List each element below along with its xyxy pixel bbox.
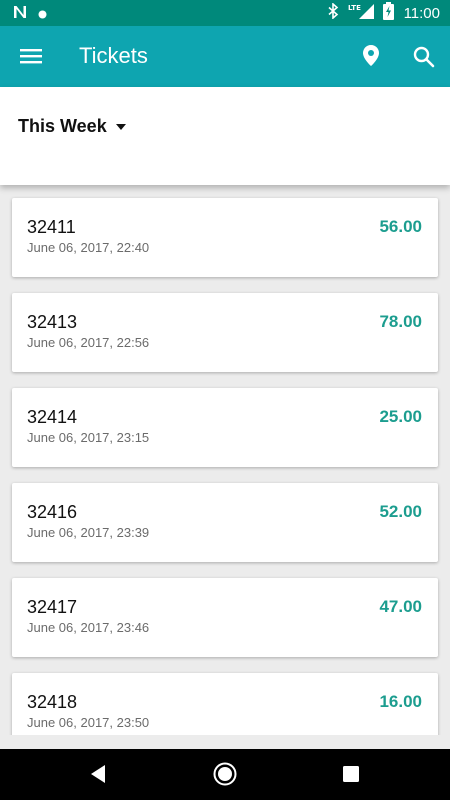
ticket-card[interactable]: 32411 June 06, 2017, 22:40 56.00 xyxy=(12,198,438,277)
ticket-date: June 06, 2017, 23:15 xyxy=(27,430,150,445)
ticket-amount: 47.00 xyxy=(379,597,422,616)
back-button[interactable] xyxy=(89,764,107,784)
lte-label: LTE xyxy=(348,4,361,12)
caret-down-icon xyxy=(115,123,126,130)
ticket-amount: 16.00 xyxy=(379,692,422,711)
status-bar: LTE 11:00 xyxy=(0,0,450,26)
ticket-number: 32418 xyxy=(27,692,78,712)
period-dropdown-label: This Week xyxy=(18,116,107,136)
ticket-date: June 06, 2017, 22:40 xyxy=(27,240,150,255)
ticket-card[interactable]: 32414 June 06, 2017, 23:15 25.00 xyxy=(12,388,438,467)
menu-button[interactable] xyxy=(20,46,42,66)
status-left xyxy=(12,4,47,22)
home-button[interactable] xyxy=(213,762,237,786)
ticket-number: 32411 xyxy=(27,217,76,237)
ticket-amount: 56.00 xyxy=(379,217,422,236)
period-dropdown[interactable]: This Week xyxy=(18,116,127,137)
ticket-number: 32413 xyxy=(27,312,78,332)
search-icon xyxy=(413,46,435,68)
ticket-number: 32416 xyxy=(27,502,78,522)
ticket-date: June 06, 2017, 22:56 xyxy=(27,335,150,350)
bluetooth-icon xyxy=(328,2,339,23)
ticket-date: June 06, 2017, 23:39 xyxy=(27,525,150,540)
recent-apps-icon xyxy=(343,766,359,782)
filter-panel: This Week xyxy=(0,87,450,185)
status-time: 11:00 xyxy=(403,4,440,22)
recent-apps-button[interactable] xyxy=(343,766,359,782)
page-title: Tickets xyxy=(79,43,148,68)
status-right: LTE 11:00 xyxy=(328,2,440,24)
battery-icon xyxy=(382,2,394,24)
ticket-date: June 06, 2017, 23:50 xyxy=(27,715,150,730)
ticket-card[interactable]: 32413 June 06, 2017, 22:56 78.00 xyxy=(12,293,438,372)
location-pin-icon xyxy=(363,45,379,66)
search-button[interactable] xyxy=(412,45,436,69)
app-bar: Tickets xyxy=(0,26,450,87)
ticket-card[interactable]: 32416 June 06, 2017, 23:39 52.00 xyxy=(12,483,438,562)
system-nav-bar xyxy=(0,749,450,800)
n-icon xyxy=(12,4,28,23)
dot-icon xyxy=(38,4,47,23)
ticket-number: 32417 xyxy=(27,597,78,617)
ticket-list[interactable]: 32411 June 06, 2017, 22:40 56.00 32413 J… xyxy=(0,187,450,735)
ticket-card[interactable]: 32417 June 06, 2017, 23:46 47.00 xyxy=(12,578,438,657)
menu-icon xyxy=(20,49,42,64)
ticket-date: June 06, 2017, 23:46 xyxy=(27,620,150,635)
ticket-amount: 25.00 xyxy=(379,407,422,426)
back-icon xyxy=(91,765,105,783)
ticket-amount: 52.00 xyxy=(379,502,422,521)
lte-icon: LTE xyxy=(347,2,375,24)
ticket-number: 32414 xyxy=(27,407,78,427)
location-button[interactable] xyxy=(360,44,382,68)
ticket-card[interactable]: 32418 June 06, 2017, 23:50 16.00 xyxy=(12,673,438,735)
home-icon xyxy=(213,762,237,786)
ticket-amount: 78.00 xyxy=(379,312,422,331)
